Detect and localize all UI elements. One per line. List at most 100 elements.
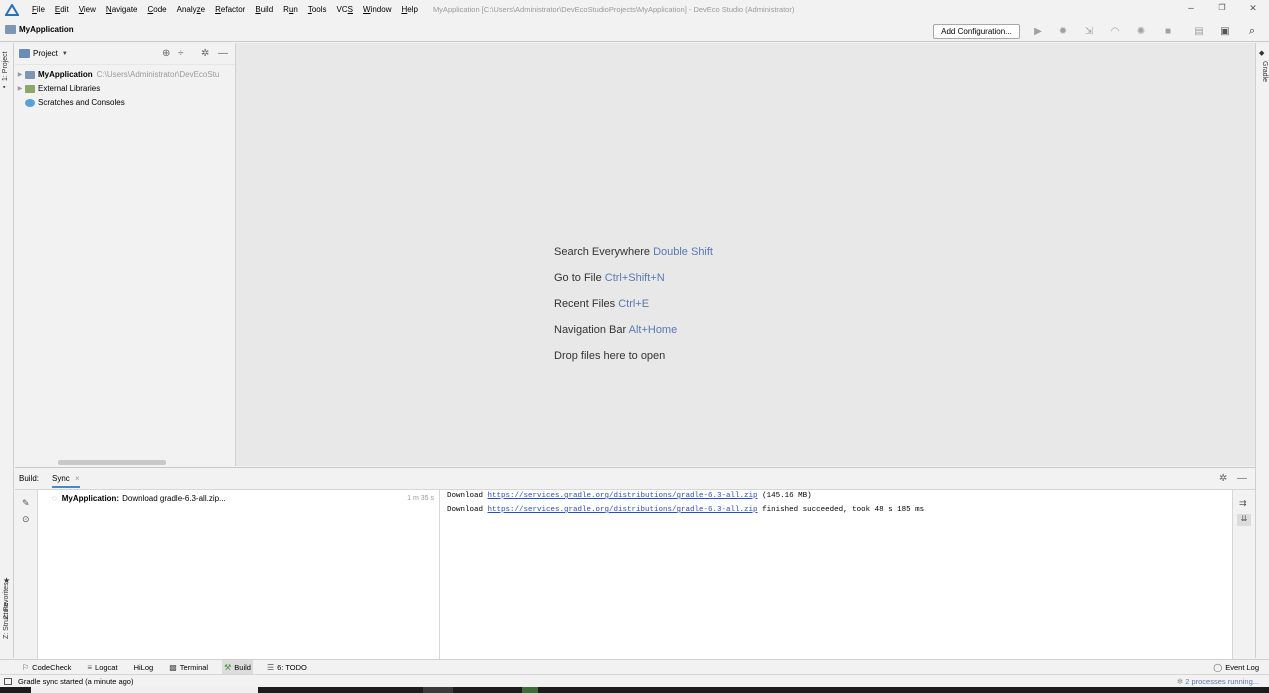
add-configuration-button[interactable]: Add Configuration... [933,24,1020,39]
stop-icon[interactable]: ■ [1161,25,1175,38]
close-tab-icon[interactable]: × [75,474,80,483]
menu-vcs[interactable]: VCS [332,5,358,14]
menu-navigate[interactable]: Navigate [101,5,143,14]
pin-icon[interactable]: ✎ [22,498,30,509]
status-message[interactable]: Gradle sync started (a minute ago) [18,677,133,686]
menu-tools[interactable]: Tools [303,5,332,14]
attach-debugger-icon[interactable]: ⇲ [1082,25,1096,38]
breadcrumb-project[interactable]: MyApplication [19,25,74,34]
restore-button[interactable]: ❐ [1215,3,1229,12]
background-processes-indicator[interactable]: ✻ 2 processes running... [1177,677,1259,686]
project-view-icon [19,49,30,58]
hint-drop-files: Drop files here to open [554,350,666,362]
build-left-toolbar: ✎ ⊙ [15,490,38,660]
hide-panel-icon[interactable]: — [218,48,228,59]
gradle-icon: ◆ [1259,50,1265,57]
soft-wrap-icon[interactable]: ⇉ [1239,498,1247,509]
hint-navigation-bar: Navigation Bar Alt+Home [554,324,678,336]
build-tool-button[interactable]: ⚒ Build [222,660,253,674]
run-icon[interactable]: ▶ [1031,25,1045,38]
gradle-tool-tab[interactable]: Gradle [1261,61,1268,82]
project-structure-icon[interactable]: ▤ [1192,25,1206,38]
close-window-button[interactable]: ✕ [1246,3,1260,14]
tree-item-path: C:\Users\Administrator\DevEcoStu [96,70,220,79]
collapse-all-icon[interactable]: ÷ [178,48,184,59]
menu-run[interactable]: Run [278,5,303,14]
tree-item-external-libraries[interactable]: ▶ External Libraries [15,82,101,95]
terminal-tool-button[interactable]: ▩ Terminal [167,660,210,674]
build-panel-title: Build: [19,474,40,483]
debug-icon[interactable]: ✹ [1056,25,1070,38]
scroll-to-end-icon[interactable]: ⇊ [1237,514,1251,526]
structure-tool-tab[interactable]: Z: Structure [3,602,10,639]
project-folder-icon [5,25,16,34]
menu-view[interactable]: View [74,5,101,14]
left-tool-strip: 1: Project ▪ 2: Favorites ★ Z: Structure [0,43,14,658]
build-tree: ◌ MyApplication: Download gradle-6.3-all… [38,490,440,660]
editor-empty-area: Search Everywhere Double Shift Go to Fil… [236,43,1255,466]
coverage-icon[interactable]: ✺ [1134,25,1148,38]
module-folder-icon [25,70,35,79]
profile-icon[interactable]: ◠ [1108,25,1122,38]
build-output-console[interactable]: Download https://services.gradle.org/dis… [440,490,1232,660]
build-right-toolbar: ⇉ ⇊ [1232,490,1255,660]
filter-icon[interactable]: ⊙ [22,514,30,525]
search-icon[interactable]: ⌕ [1245,25,1259,38]
event-log-button[interactable]: ◯ Event Log [1211,660,1261,674]
menu-build[interactable]: Build [250,5,278,14]
gear-icon[interactable]: ✲ [201,48,209,59]
spinner-icon: ✻ [1176,677,1186,686]
gradle-download-link[interactable]: https://services.gradle.org/distribution… [488,492,758,500]
logcat-tool-button[interactable]: ≡ Logcat [85,660,119,674]
menu-code[interactable]: Code [143,5,172,14]
hammer-icon: ⚒ [224,662,232,672]
hint-go-to-file: Go to File Ctrl+Shift+N [554,272,665,284]
tree-item-myapplication[interactable]: ▶ MyApplication C:\Users\Administrator\D… [15,68,220,81]
breadcrumb[interactable]: MyApplication [5,25,74,34]
build-task-name: MyApplication: [61,494,120,503]
build-tool-window: Build: Sync × ✲ — ✎ ⊙ ◌ MyApplication: D… [15,467,1255,660]
expand-arrow-icon[interactable]: ▶ [15,85,25,92]
gear-icon[interactable]: ✲ [1219,473,1227,484]
menu-file[interactable]: File [27,5,50,14]
project-view-selector[interactable]: Project [33,49,58,58]
build-panel-header: Build: Sync × [15,468,1255,490]
todo-icon: ☰ [266,662,275,672]
right-tool-strip: Gradle ◆ [1255,43,1269,658]
project-tool-tab[interactable]: 1: Project [2,51,9,81]
star-icon: ★ [3,576,11,585]
scratches-icon [25,98,35,107]
hilog-tool-button[interactable]: HiLog [132,660,156,674]
tab-sync[interactable]: Sync × [52,470,80,488]
tree-item-scratches[interactable]: Scratches and Consoles [15,96,125,109]
locate-icon[interactable]: ⊕ [162,48,170,59]
menu-refactor[interactable]: Refactor [210,5,250,14]
os-taskbar [0,687,1269,693]
gradle-download-link[interactable]: https://services.gradle.org/distribution… [488,506,758,514]
hint-recent-files: Recent Files Ctrl+E [554,298,650,310]
navigation-toolbar: MyApplication Add Configuration... ▶ ✹ ⇲… [0,21,1269,42]
taskbar-app[interactable] [522,687,538,693]
menu-window[interactable]: Window [358,5,396,14]
build-tree-row[interactable]: ◌ MyApplication: Download gradle-6.3-all… [52,494,434,503]
menu-help[interactable]: Help [396,5,422,14]
expand-arrow-icon[interactable]: ▶ [15,71,25,78]
status-bar: Gradle sync started (a minute ago) ✻ 2 p… [0,674,1269,687]
menu-edit[interactable]: Edit [50,5,74,14]
window-title: MyApplication [C:\Users\Administrator\De… [432,5,795,14]
toggle-tool-windows-icon[interactable] [4,678,12,685]
logcat-icon: ≡ [87,662,93,672]
horizontal-scrollbar[interactable] [58,460,166,465]
terminal-icon: ▩ [169,662,177,672]
project-folder-strip-icon: ▪ [3,84,6,91]
build-task-text: Download gradle-6.3-all.zip... [122,494,226,503]
chevron-down-icon[interactable]: ▼ [62,51,68,57]
codecheck-tool-button[interactable]: ⚐ CodeCheck [20,660,73,674]
minimize-button[interactable]: – [1184,3,1198,14]
taskbar-search-box[interactable] [31,687,258,693]
device-manager-icon[interactable]: ▣ [1218,25,1232,38]
todo-tool-button[interactable]: ☰ 6: TODO [265,660,309,674]
menu-analyze[interactable]: Analyze [172,5,210,14]
hide-panel-icon[interactable]: — [1237,473,1247,484]
taskbar-app[interactable] [423,687,453,693]
